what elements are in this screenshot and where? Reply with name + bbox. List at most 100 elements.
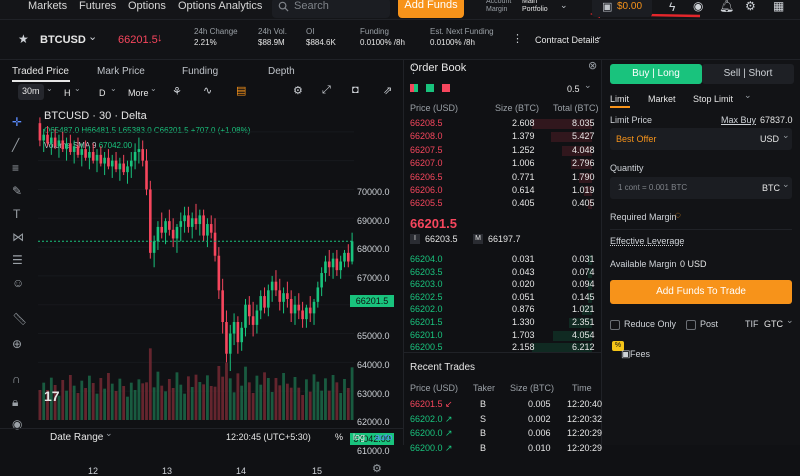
tab-funding[interactable]: Funding: [182, 66, 218, 77]
auto-toggle[interactable]: auto: [375, 432, 393, 442]
add-funds-to-trade-button[interactable]: Add Funds To Trade: [610, 280, 792, 304]
limit-price-label: Limit Price: [610, 115, 653, 125]
share-icon[interactable]: ⇗: [383, 84, 392, 97]
tab-traded-price[interactable]: Traded Price: [12, 66, 69, 77]
tab-mark-price[interactable]: Mark Price: [97, 66, 145, 77]
bid-row[interactable]: 66201.5 1.330 2.351: [404, 316, 602, 329]
quantity-input[interactable]: 1 cont = 0.001 BTC BTC ⌄: [610, 177, 792, 199]
ask-row[interactable]: 66208.0 1.379 5.427: [404, 130, 602, 143]
text-icon[interactable]: T: [13, 207, 20, 221]
symbol-selector[interactable]: BTCUSD: [40, 34, 86, 46]
ask-row[interactable]: 66206.0 0.614 1.019: [404, 184, 602, 197]
star-icon[interactable]: ★: [18, 32, 29, 46]
ob-price: 66207.0: [410, 158, 443, 169]
close-icon[interactable]: ⊗: [588, 59, 597, 72]
camera-icon[interactable]: ◘: [352, 84, 359, 96]
bid-row[interactable]: 66203.5 0.043 0.074: [404, 266, 602, 279]
bid-row[interactable]: 66202.5 0.051 0.145: [404, 291, 602, 304]
view-asks-icon[interactable]: [442, 84, 450, 92]
percent-toggle[interactable]: %: [335, 432, 343, 442]
user-icon[interactable]: ◉: [693, 0, 703, 13]
buy-long-tab[interactable]: Buy | Long: [610, 64, 702, 84]
price-axis-label: 63000.0: [357, 388, 390, 399]
wallet-balance[interactable]: ▣ $0.00: [592, 0, 652, 17]
interval-selector[interactable]: 30m: [18, 84, 44, 100]
view-both-icon[interactable]: [410, 84, 418, 92]
reduce-only-checkbox[interactable]: [610, 320, 620, 330]
interval-d-button[interactable]: D: [99, 88, 106, 98]
portfolio-selector[interactable]: Main Portfolio: [522, 0, 560, 14]
add-funds-button[interactable]: Add Funds: [398, 0, 464, 18]
sell-short-tab[interactable]: Sell | Short: [702, 64, 794, 84]
ob-total: 0.145: [572, 291, 595, 302]
contract-details-link[interactable]: Contract Details: [535, 35, 599, 45]
gear-icon[interactable]: ⚙: [745, 0, 756, 13]
candle-body: [346, 252, 350, 262]
bell-icon[interactable]: 🔔︎: [719, 0, 734, 13]
limit-price-input[interactable]: Best Offer USD ⌄: [610, 128, 792, 150]
step-selector[interactable]: 0.5: [567, 84, 580, 94]
candle-body: [305, 307, 308, 320]
candle-body: [179, 221, 183, 227]
nav-options[interactable]: Options: [128, 0, 166, 20]
nav-futures[interactable]: Futures: [79, 0, 116, 20]
order-book-title: Order Book: [410, 62, 467, 74]
brush-icon[interactable]: ✎: [12, 184, 22, 198]
ask-row[interactable]: 66207.5 1.252 4.048: [404, 144, 602, 157]
bid-row[interactable]: 66204.0 0.031 0.031: [404, 253, 602, 266]
crosshair-icon[interactable]: ✛: [12, 115, 22, 129]
volume-bar: [305, 379, 308, 420]
fullscreen-icon[interactable]: ⤢: [322, 84, 331, 97]
zoom-in-icon[interactable]: ⊕: [12, 337, 22, 351]
order-type-stop-limit[interactable]: Stop Limit: [693, 94, 733, 104]
ask-row[interactable]: 66206.5 0.771 1.790: [404, 171, 602, 184]
line-style-icon[interactable]: ∿: [203, 84, 212, 97]
candlestick-chart[interactable]: [38, 103, 354, 420]
document-icon[interactable]: ▤: [236, 84, 246, 97]
candle-body: [240, 327, 243, 343]
volume-bar: [346, 388, 350, 420]
bid-row[interactable]: 66203.0 0.020 0.094: [404, 278, 602, 291]
lightning-icon[interactable]: ϟ: [669, 0, 675, 14]
nav-options-analytics[interactable]: Options Analytics: [178, 0, 262, 20]
more-intervals-button[interactable]: More: [128, 88, 149, 98]
fib-icon[interactable]: ☰: [12, 253, 23, 267]
chart-settings-icon[interactable]: ⚙: [372, 462, 382, 475]
volume-bar: [103, 388, 107, 420]
candle-body: [114, 160, 118, 170]
chevron-down-icon[interactable]: ⌄: [88, 30, 97, 43]
volume-bar: [247, 382, 251, 420]
fees-link[interactable]: Fees: [630, 349, 650, 359]
magnet-icon[interactable]: ∩: [12, 372, 21, 386]
ask-row[interactable]: 66208.5 2.608 8.035: [404, 117, 602, 130]
tab-depth[interactable]: Depth: [268, 66, 295, 77]
emoji-icon[interactable]: ☺: [12, 276, 24, 290]
chevron-down-icon: ⌄: [584, 80, 592, 90]
horizontal-lines-icon[interactable]: ≡: [12, 161, 19, 175]
date-range-button[interactable]: Date Range: [50, 432, 103, 443]
order-type-limit[interactable]: Limit: [610, 94, 629, 104]
bid-row[interactable]: 66201.0 1.703 4.054: [404, 329, 602, 342]
chart-settings-icon[interactable]: ⚙: [293, 84, 303, 97]
pattern-icon[interactable]: ⋈: [12, 230, 24, 244]
ruler-icon[interactable]: 📏︎: [12, 312, 27, 326]
grid-icon[interactable]: ▦: [773, 0, 784, 13]
indicators-icon[interactable]: ⚘: [172, 85, 182, 98]
ask-row[interactable]: 66205.5 0.405 0.405: [404, 197, 602, 210]
post-only-checkbox[interactable]: [686, 320, 696, 330]
nav-markets[interactable]: Markets: [28, 0, 67, 20]
trend-line-icon[interactable]: ╱: [12, 138, 19, 152]
search-input[interactable]: Search: [272, 0, 390, 18]
log-toggle[interactable]: log: [353, 432, 365, 442]
view-bids-icon[interactable]: [426, 84, 434, 92]
lock-icon[interactable]: 🔒︎: [12, 395, 18, 410]
candle-body: [278, 290, 282, 302]
tif-selector[interactable]: GTC: [764, 319, 783, 329]
chevron-down-icon[interactable]: ⌄: [560, 0, 568, 11]
interval-h-button[interactable]: H: [64, 88, 71, 98]
more-vertical-icon[interactable]: ⋮: [512, 32, 523, 45]
best-offer-option[interactable]: Best Offer: [616, 134, 656, 144]
order-type-market[interactable]: Market: [648, 94, 676, 104]
ask-row[interactable]: 66207.0 1.006 2.796: [404, 157, 602, 170]
bid-row[interactable]: 66202.0 0.876 1.021: [404, 303, 602, 316]
